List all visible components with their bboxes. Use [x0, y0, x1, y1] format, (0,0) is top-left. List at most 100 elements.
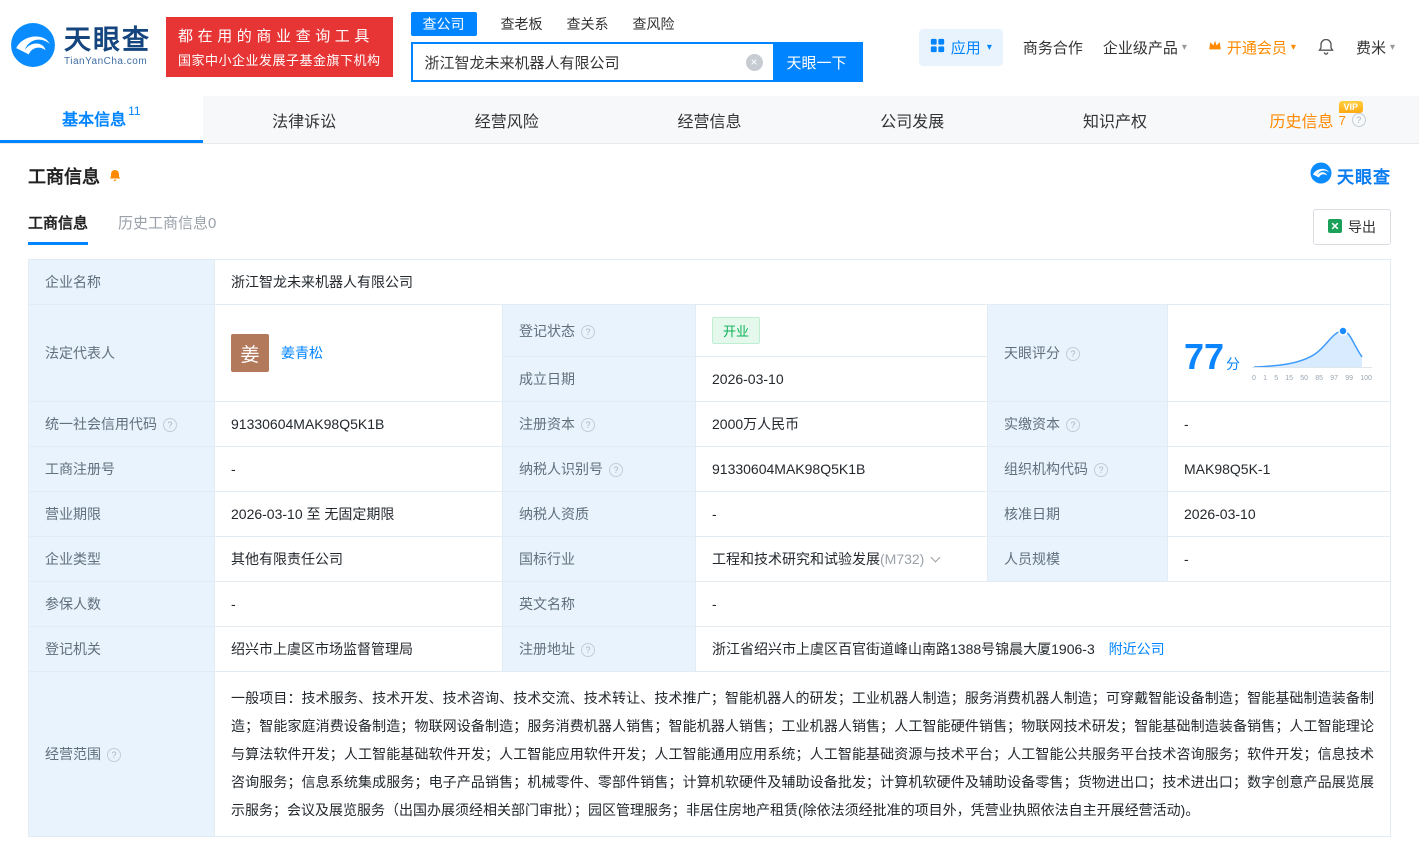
tianyancha-logo[interactable]: 天眼查 TianYanCha.com [10, 22, 158, 73]
tab-basic-info[interactable]: 基本信息 11 [0, 96, 203, 143]
help-icon[interactable]: ? [1066, 347, 1080, 361]
score-axis: 0 1 5 15 50 85 97 99 100 [1252, 374, 1372, 382]
tianyancha-logo-icon [1310, 162, 1332, 189]
subtab-history-business-info[interactable]: 历史工商信息0 [118, 212, 216, 245]
search-tab-boss[interactable]: 查老板 [501, 12, 543, 36]
promo-line2: 国家中小企业发展子基金旗下机构 [178, 53, 381, 68]
tab-operating-risk[interactable]: 经营风险 [405, 96, 608, 143]
reg-capital-value: 2000万人民币 [695, 401, 988, 447]
table-row: 法定代表人 姜 姜青松 登记状态? 开业 天眼评分? 77 分 0 1 5 15… [28, 304, 1391, 402]
apps-label: 应用 [950, 39, 981, 57]
notification-bell-icon[interactable] [1316, 37, 1336, 57]
help-icon[interactable]: ? [1094, 463, 1108, 477]
registry-value: 绍兴市上虞区市场监督管理局 [214, 626, 503, 672]
help-icon[interactable]: ? [581, 418, 595, 432]
tab-operating-info[interactable]: 经营信息 [608, 96, 811, 143]
staff-size-label: 人员规模 [987, 536, 1168, 582]
score-number: 77 分 [1184, 335, 1241, 377]
search-tab-risk[interactable]: 查风险 [633, 12, 675, 36]
english-name-value: - [695, 581, 1391, 627]
menu-enterprise[interactable]: 企业级产品 ▾ [1103, 37, 1187, 58]
chevron-down-icon: ▾ [1290, 41, 1296, 53]
tab-company-development[interactable]: 公司发展 [811, 96, 1014, 143]
staff-size-value: - [1167, 536, 1391, 582]
credit-code-label: 统一社会信用代码? [28, 401, 215, 447]
taxpayer-quality-value: - [695, 491, 988, 537]
promo-banner: 都在用的商业查询工具 国家中小企业发展子基金旗下机构 [166, 17, 393, 77]
top-menu: 应用 ▾ 商务合作 企业级产品 ▾ 开通会员 ▾ 费米 ▾ [918, 28, 1395, 66]
legal-rep-link[interactable]: 姜青松 [281, 343, 323, 363]
help-icon[interactable]: ? [163, 418, 177, 432]
chevron-down-icon: ▾ [1389, 41, 1395, 53]
search-area: 查公司 查老板 查关系 查风险 × 天眼一下 [410, 12, 863, 82]
approval-date-label: 核准日期 [987, 491, 1168, 537]
crown-icon [1207, 38, 1223, 56]
help-icon[interactable]: ? [581, 324, 595, 339]
insured-value: - [214, 581, 503, 627]
clear-search-icon[interactable]: × [745, 53, 763, 71]
help-icon[interactable]: ? [1351, 112, 1366, 127]
enterprise-label: 企业级产品 [1102, 39, 1178, 57]
search-button[interactable]: 天眼一下 [772, 44, 861, 80]
apps-menu[interactable]: 应用 ▾ [918, 28, 1003, 66]
watermark-logo-text: 天眼查 [1337, 168, 1391, 187]
excel-icon [1328, 218, 1342, 236]
company-type-value: 其他有限责任公司 [214, 536, 503, 582]
company-name-value: 浙江智龙未来机器人有限公司 [214, 259, 1391, 305]
tab-legal[interactable]: 法律诉讼 [203, 96, 406, 143]
paid-capital-value: - [1167, 401, 1391, 447]
search-tab-relation[interactable]: 查关系 [567, 12, 609, 36]
tab-history-info[interactable]: VIP 历史信息 7 ? [1216, 96, 1419, 143]
legal-rep-avatar[interactable]: 姜 [231, 334, 269, 372]
export-button[interactable]: 导出 [1313, 209, 1391, 245]
reg-number-value: - [214, 446, 503, 492]
search-input[interactable] [412, 53, 746, 71]
reg-capital-label: 注册资本? [502, 401, 696, 447]
search-box: × 天眼一下 [410, 42, 863, 82]
help-icon[interactable]: ? [107, 748, 121, 762]
score-label: 天眼评分? [987, 304, 1168, 402]
user-menu[interactable]: 费米 ▾ [1356, 37, 1395, 58]
menu-cooperation[interactable]: 商务合作 [1023, 37, 1083, 58]
table-row: 企业名称 浙江智龙未来机器人有限公司 [28, 259, 1391, 305]
tab-count: 11 [128, 104, 141, 118]
tianyancha-logo-icon [10, 22, 56, 73]
taxpayer-id-value: 91330604MAK98Q5K1B [695, 446, 988, 492]
logo-title: 天眼查 [64, 25, 151, 55]
chevron-down-icon[interactable] [930, 552, 941, 563]
menu-vip[interactable]: 开通会员 ▾ [1207, 37, 1296, 58]
search-tab-company[interactable]: 查公司 [410, 12, 477, 36]
tab-intellectual-property[interactable]: 知识产权 [1014, 96, 1217, 143]
reg-status-value: 开业 [695, 304, 988, 357]
help-icon[interactable]: ? [609, 463, 623, 477]
nearby-companies-link[interactable]: 附近公司 [1109, 641, 1165, 657]
status-badge: 开业 [712, 317, 761, 344]
company-name-label: 企业名称 [28, 259, 215, 305]
table-row: 营业期限 2026-03-10 至 无固定期限 纳税人资质 - 核准日期 202… [28, 491, 1391, 537]
industry-value: 工程和技术研究和试验发展 (M732) [695, 536, 988, 582]
username: 费米 [1355, 39, 1386, 57]
subtab-business-info[interactable]: 工商信息 [28, 212, 89, 245]
business-term-label: 营业期限 [28, 491, 215, 537]
table-row: 参保人数 - 英文名称 - [28, 581, 1391, 627]
org-code-value: MAK98Q5K-1 [1167, 446, 1391, 492]
english-name-label: 英文名称 [502, 581, 696, 627]
chevron-down-icon: ▾ [1181, 41, 1187, 53]
promo-line1: 都在用的商业查询工具 [178, 28, 375, 45]
reg-status-label: 登记状态? [502, 304, 696, 357]
export-label: 导出 [1348, 219, 1376, 235]
table-row: 工商注册号 - 纳税人识别号? 91330604MAK98Q5K1B 组织机构代… [28, 446, 1391, 492]
top-header: 天眼查 TianYanCha.com 都在用的商业查询工具 国家中小企业发展子基… [0, 0, 1419, 96]
subscribe-bell-icon[interactable] [107, 168, 123, 184]
help-icon[interactable]: ? [1066, 418, 1080, 432]
insured-label: 参保人数 [28, 581, 215, 627]
table-row: 统一社会信用代码? 91330604MAK98Q5K1B 注册资本? 2000万… [28, 401, 1391, 447]
vip-label: 开通会员 [1226, 39, 1287, 57]
help-icon[interactable]: ? [581, 643, 595, 657]
subtabs-bar: 工商信息 历史工商信息0 导出 [28, 209, 1391, 245]
business-term-value: 2026-03-10 至 无固定期限 [214, 491, 503, 537]
industry-label: 国标行业 [502, 536, 696, 582]
taxpayer-id-label: 纳税人识别号? [502, 446, 696, 492]
approval-date-value: 2026-03-10 [1167, 491, 1391, 537]
established-value: 2026-03-10 [695, 356, 988, 402]
